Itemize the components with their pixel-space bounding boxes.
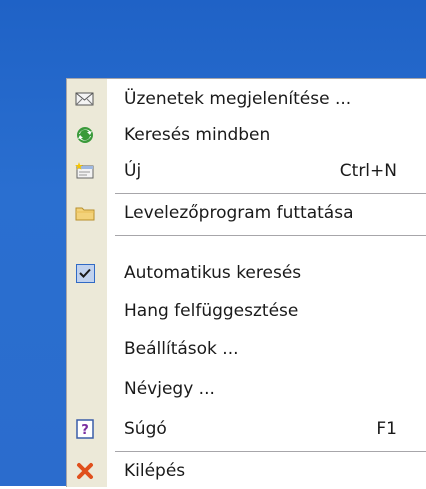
menu-item-about[interactable]: Névjegy ... <box>67 371 426 407</box>
menu-separator <box>115 235 426 236</box>
menu-item-label: Automatikus keresés <box>124 263 302 283</box>
menu-item-shortcut: Ctrl+N <box>339 161 397 181</box>
menu-separator <box>115 451 426 452</box>
menu-item-label: Új <box>124 161 142 181</box>
envelope-icon <box>75 89 95 109</box>
menu-item-mute-sound[interactable]: Hang felfüggesztése <box>67 293 426 329</box>
help-icon: ? <box>75 419 95 439</box>
menu-item-exit[interactable]: Kilépés <box>67 453 426 489</box>
new-message-icon <box>75 161 95 181</box>
menu-item-label: Levelezőprogram futtatása <box>124 203 354 223</box>
menu-item-check-all[interactable]: Keresés mindben <box>67 117 426 153</box>
menu-item-show-messages[interactable]: Üzenetek megjelenítése ... <box>67 81 426 117</box>
menu-item-label: Beállítások ... <box>124 339 239 359</box>
menu-item-label: Keresés mindben <box>124 125 271 145</box>
menu-item-shortcut: F1 <box>376 419 397 439</box>
folder-icon <box>75 203 95 223</box>
menu-separator <box>115 193 426 194</box>
menu-item-help[interactable]: ? Súgó F1 <box>67 411 426 447</box>
svg-text:?: ? <box>81 423 89 438</box>
menu-item-label: Hang felfüggesztése <box>124 301 299 321</box>
menu-item-settings[interactable]: Beállítások ... <box>67 331 426 367</box>
refresh-arrows-icon <box>75 125 95 145</box>
menu-item-label: Súgó <box>124 419 167 439</box>
menu-item-auto-check[interactable]: Automatikus keresés <box>67 255 426 291</box>
menu-item-label: Üzenetek megjelenítése ... <box>124 89 352 109</box>
checkmark-icon <box>75 263 95 283</box>
close-x-icon <box>75 461 95 481</box>
checkbox-checked <box>75 263 95 283</box>
menu-item-run-mail-client[interactable]: Levelezőprogram futtatása <box>67 195 426 231</box>
context-menu: Üzenetek megjelenítése ... Keresés mindb… <box>66 78 426 487</box>
menu-item-new[interactable]: Új Ctrl+N <box>67 153 426 189</box>
menu-item-label: Kilépés <box>124 461 186 481</box>
menu-item-label: Névjegy ... <box>124 379 215 399</box>
